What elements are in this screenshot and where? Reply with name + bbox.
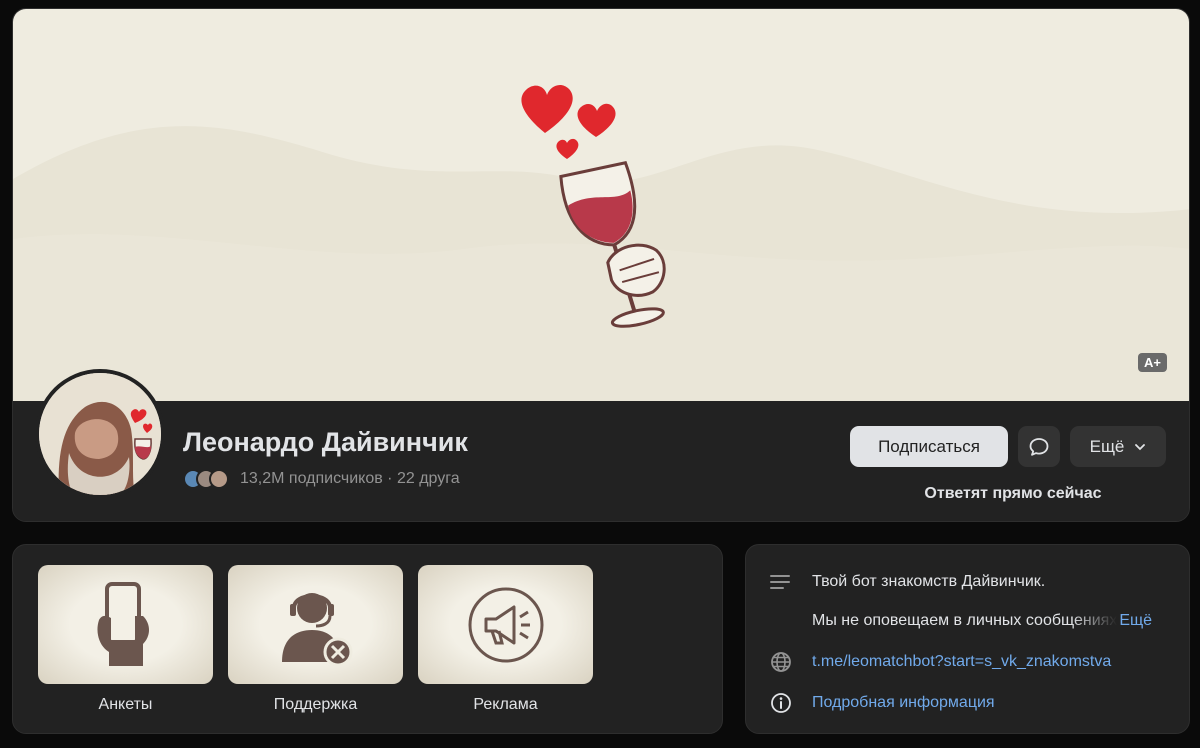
app-ads[interactable]: Реклама	[418, 565, 593, 714]
about-description-row: Твой бот знакомств Дайвинчик.	[770, 571, 1045, 593]
about-description: Твой бот знакомств Дайвинчик.	[812, 573, 1046, 590]
page-title: Леонардо Дайвинчик	[183, 427, 468, 457]
phone-in-hand-icon	[96, 581, 149, 666]
avatar[interactable]	[35, 369, 165, 499]
cover-illustration	[13, 84, 1189, 401]
friend-avatars[interactable]	[183, 469, 229, 489]
friend-avatar[interactable]	[209, 469, 229, 489]
info-icon	[770, 692, 798, 714]
globe-icon	[770, 651, 798, 673]
lines-icon	[770, 571, 798, 593]
more-button-label: Ещё	[1089, 436, 1125, 456]
apps-card: Анкеты Поддержка Реклама	[12, 544, 723, 734]
support-agent-icon	[281, 592, 352, 666]
megaphone-icon	[468, 587, 543, 662]
subscribers-count[interactable]: 13,2M подписчиков · 22 друга	[240, 470, 460, 488]
app-label: Анкеты	[98, 696, 153, 713]
chevron-down-icon	[1135, 443, 1146, 450]
message-button[interactable]	[1018, 426, 1060, 467]
about-notice: Мы не оповещаем в личных сообщениях	[812, 612, 1118, 629]
app-tile[interactable]	[38, 565, 213, 684]
website-link[interactable]: t.me/leomatchbot?start=s_vk_znakomstva	[812, 653, 1111, 671]
chat-bubble-icon	[1029, 437, 1049, 456]
hearts-icon	[521, 84, 616, 159]
subscribe-button[interactable]: Подписаться	[850, 426, 1008, 467]
about-card: Твой бот знакомств Дайвинчик. Мы не опов…	[745, 544, 1190, 734]
reply-status: Ответят прямо сейчас	[924, 485, 1102, 502]
font-size-badge[interactable]: A+	[1138, 353, 1167, 372]
app-tile[interactable]	[228, 565, 403, 684]
profile-meta: 13,2M подписчиков · 22 друга	[183, 469, 460, 489]
details-link[interactable]: Подробная информация	[812, 694, 995, 712]
app-support[interactable]: Поддержка	[228, 565, 403, 714]
leonardo-portrait-icon	[39, 373, 161, 495]
cover-image: A+	[13, 9, 1189, 401]
about-link-row: t.me/leomatchbot?start=s_vk_znakomstva	[770, 651, 1111, 673]
profile-card: A+ Леонардо Дайвинчик 13,2M подписчиков …	[12, 8, 1190, 522]
about-notice-row: Мы не оповещаем в личных сообщениях Ещё	[812, 612, 1152, 630]
about-details-row: Подробная информация	[770, 692, 995, 714]
profile-info-bar: Леонардо Дайвинчик 13,2M подписчиков · 2…	[13, 369, 1189, 521]
more-button[interactable]: Ещё	[1070, 426, 1166, 467]
app-label: Поддержка	[273, 696, 358, 713]
app-label: Реклама	[473, 696, 538, 713]
app-tile[interactable]	[418, 565, 593, 684]
about-more-link[interactable]: Ещё	[1119, 612, 1152, 630]
app-ankety[interactable]: Анкеты	[38, 565, 213, 714]
